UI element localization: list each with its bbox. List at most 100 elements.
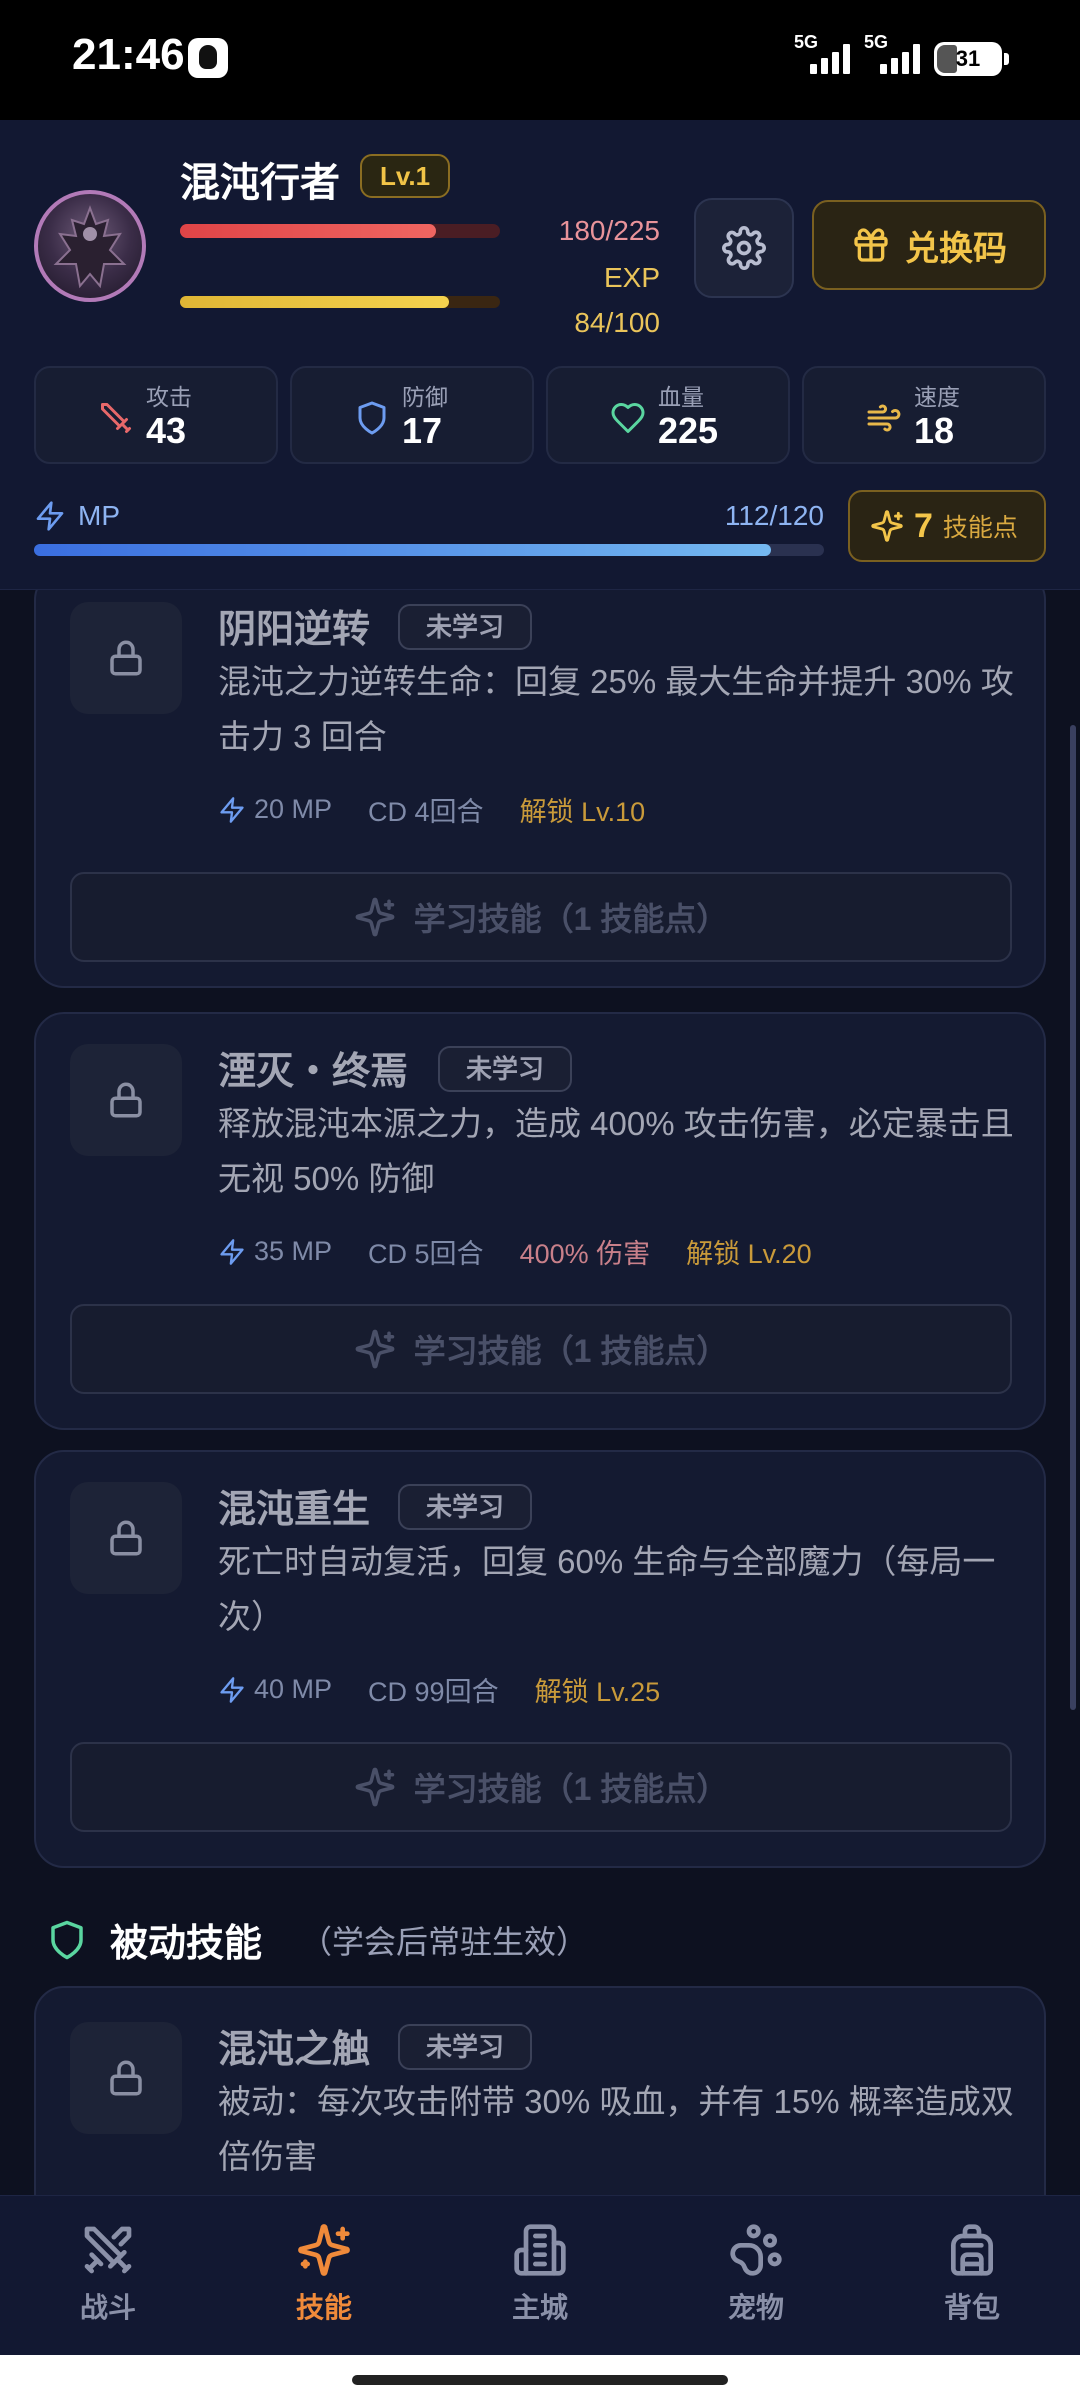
sparkles-icon xyxy=(298,2224,350,2276)
nav-label: 战斗 xyxy=(79,2292,136,2323)
shield-icon xyxy=(51,1920,83,1959)
lock-icon xyxy=(110,1082,142,1118)
lightning-icon xyxy=(36,501,64,531)
wind-icon xyxy=(867,404,901,432)
sparkles-icon xyxy=(355,1767,395,1807)
status-bar: 21:46 5G 5G 31 xyxy=(0,0,1080,120)
section-title: 被动技能 xyxy=(110,1923,263,1965)
hp-bar-fill xyxy=(180,224,436,238)
skill-damage: 400% 伤害 xyxy=(519,1239,651,1269)
mp-bar-fill xyxy=(34,544,772,556)
nav-skills[interactable]: 技能 xyxy=(216,2196,432,2355)
nav-label: 主城 xyxy=(511,2292,568,2323)
avatar[interactable] xyxy=(34,190,146,302)
nav-battle[interactable]: 战斗 xyxy=(0,2196,216,2355)
hp-bar xyxy=(180,224,500,238)
signal-icon: 5G xyxy=(794,32,850,76)
skill-cooldown: CD 4回合 xyxy=(368,797,484,827)
stat-label: 攻击 xyxy=(146,384,192,410)
status-badge: 未学习 xyxy=(438,1046,573,1092)
nav-backpack[interactable]: 背包 xyxy=(864,2196,1080,2355)
nav-pets[interactable]: 宠物 xyxy=(648,2196,864,2355)
exp-value: 84/100 xyxy=(574,307,660,338)
sparkles-icon xyxy=(355,897,395,937)
passive-section-header: 被动技能 （学会后常驻生效） xyxy=(46,1912,588,1967)
stat-value: 18 xyxy=(914,410,955,451)
skill-mp-cost: 35 MP xyxy=(254,1236,333,1266)
shield-icon xyxy=(358,401,386,435)
skill-icon xyxy=(70,2022,182,2134)
battery-icon: 31 xyxy=(934,42,1009,76)
learn-skill-button[interactable]: 学习技能（1 技能点） xyxy=(70,872,1012,962)
skill-mp-cost: 20 MP xyxy=(254,794,333,824)
skill-description: 释放混沌本源之力，造成 400% 攻击伤害，必定暴击且无视 50% 防御 xyxy=(218,1105,1014,1197)
learn-skill-button[interactable]: 学习技能（1 技能点） xyxy=(70,1742,1012,1832)
skill-icon xyxy=(70,1482,182,1594)
skill-unlock-level: 解锁 Lv.20 xyxy=(686,1239,812,1269)
skill-meta: 20 MP CD 4回合 解锁 Lv.10 xyxy=(218,790,645,829)
heart-icon xyxy=(611,403,645,433)
passive-skill-card: 混沌之触 未学习 被动：每次攻击附带 30% 吸血，并有 15% 概率造成双倍伤… xyxy=(34,1986,1046,2195)
stat-defense: 防御 17 xyxy=(290,366,534,464)
stat-attack: 攻击 43 xyxy=(34,366,278,464)
hp-value: 180/225 xyxy=(558,215,660,246)
skill-points-label: 技能点 xyxy=(942,514,1018,542)
paw-icon xyxy=(730,2224,782,2276)
learn-label: 学习技能（1 技能点） xyxy=(413,901,729,937)
stat-value: 43 xyxy=(146,410,187,451)
learn-skill-button[interactable]: 学习技能（1 技能点） xyxy=(70,1304,1012,1394)
home-indicator[interactable] xyxy=(352,2375,728,2385)
stat-hp: 血量 225 xyxy=(546,366,790,464)
skill-unlock-level: 解锁 Lv.10 xyxy=(519,797,646,827)
mp-label: MP xyxy=(78,500,120,531)
exp-bar xyxy=(180,296,500,308)
backpack-icon xyxy=(951,2224,993,2276)
scrollbar[interactable] xyxy=(1070,725,1076,1710)
skill-points-badge[interactable]: 7 技能点 xyxy=(848,490,1046,562)
settings-button[interactable] xyxy=(694,198,794,298)
mp-bar xyxy=(34,544,824,556)
skill-meta: 40 MP CD 99回合 解锁 Lv.25 xyxy=(218,1670,660,1709)
nav-label: 技能 xyxy=(295,2292,352,2323)
learn-label: 学习技能（1 技能点） xyxy=(413,1333,729,1369)
lightning-icon xyxy=(220,1238,244,1265)
learn-label: 学习技能（1 技能点） xyxy=(413,1771,729,1807)
signal-icon: 5G xyxy=(864,32,920,76)
lock-icon xyxy=(110,640,142,676)
lightning-icon xyxy=(220,1676,244,1703)
skill-name: 混沌重生 xyxy=(218,1489,371,1531)
skill-card: 混沌重生 未学习 死亡时自动复活，回复 60% 生命与全部魔力（每局一次） 40… xyxy=(34,1450,1046,1868)
status-badge: 未学习 xyxy=(398,1484,533,1530)
stat-value: 225 xyxy=(658,410,719,451)
nav-city[interactable]: 主城 xyxy=(432,2196,648,2355)
skill-description: 死亡时自动复活，回复 60% 生命与全部魔力（每局一次） xyxy=(218,1543,996,1635)
skill-description: 被动：每次攻击附带 30% 吸血，并有 15% 概率造成双倍伤害 xyxy=(218,2083,1014,2175)
player-header: 混沌行者 Lv.1 180/225 EXP 84/100 兑换码 攻击 43 防… xyxy=(0,120,1080,590)
nav-label: 背包 xyxy=(943,2292,1000,2323)
sparkles-icon xyxy=(871,510,903,542)
skill-cooldown: CD 5回合 xyxy=(368,1239,484,1269)
skill-card: 湮灭・终焉 未学习 释放混沌本源之力，造成 400% 攻击伤害，必定暴击且无视 … xyxy=(34,1012,1046,1430)
level-badge: Lv.1 xyxy=(360,154,451,198)
skill-points-count: 7 xyxy=(914,506,933,545)
castle-icon xyxy=(514,2224,566,2276)
skill-cooldown: CD 99回合 xyxy=(368,1677,499,1707)
redeem-code-button[interactable]: 兑换码 xyxy=(812,200,1046,290)
skill-name: 阴阳逆转 xyxy=(218,609,371,651)
nav-label: 宠物 xyxy=(727,2292,784,2323)
stat-label: 血量 xyxy=(658,384,704,410)
section-subtitle: （学会后常驻生效） xyxy=(300,1923,589,1960)
lock-icon xyxy=(110,1520,142,1556)
skill-name: 湮灭・终焉 xyxy=(218,1051,409,1093)
redeem-label: 兑换码 xyxy=(905,229,1007,268)
bottom-nav: 战斗 技能 主城 宠物 背包 xyxy=(0,2195,1080,2355)
skill-name: 混沌之触 xyxy=(218,2029,371,2071)
sparkles-icon xyxy=(355,1329,395,1369)
skill-meta: 35 MP CD 5回合 400% 伤害 解锁 Lv.20 xyxy=(218,1232,812,1271)
qq-notification-icon xyxy=(188,38,228,78)
sword-icon xyxy=(101,403,131,433)
skills-list[interactable]: 阴阳逆转 未学习 混沌之力逆转生命：回复 25% 最大生命并提升 30% 攻击力… xyxy=(0,590,1080,2195)
status-indicators: 5G 5G 31 xyxy=(794,32,1009,76)
exp-bar-fill xyxy=(180,296,449,308)
stat-speed: 速度 18 xyxy=(802,366,1046,464)
